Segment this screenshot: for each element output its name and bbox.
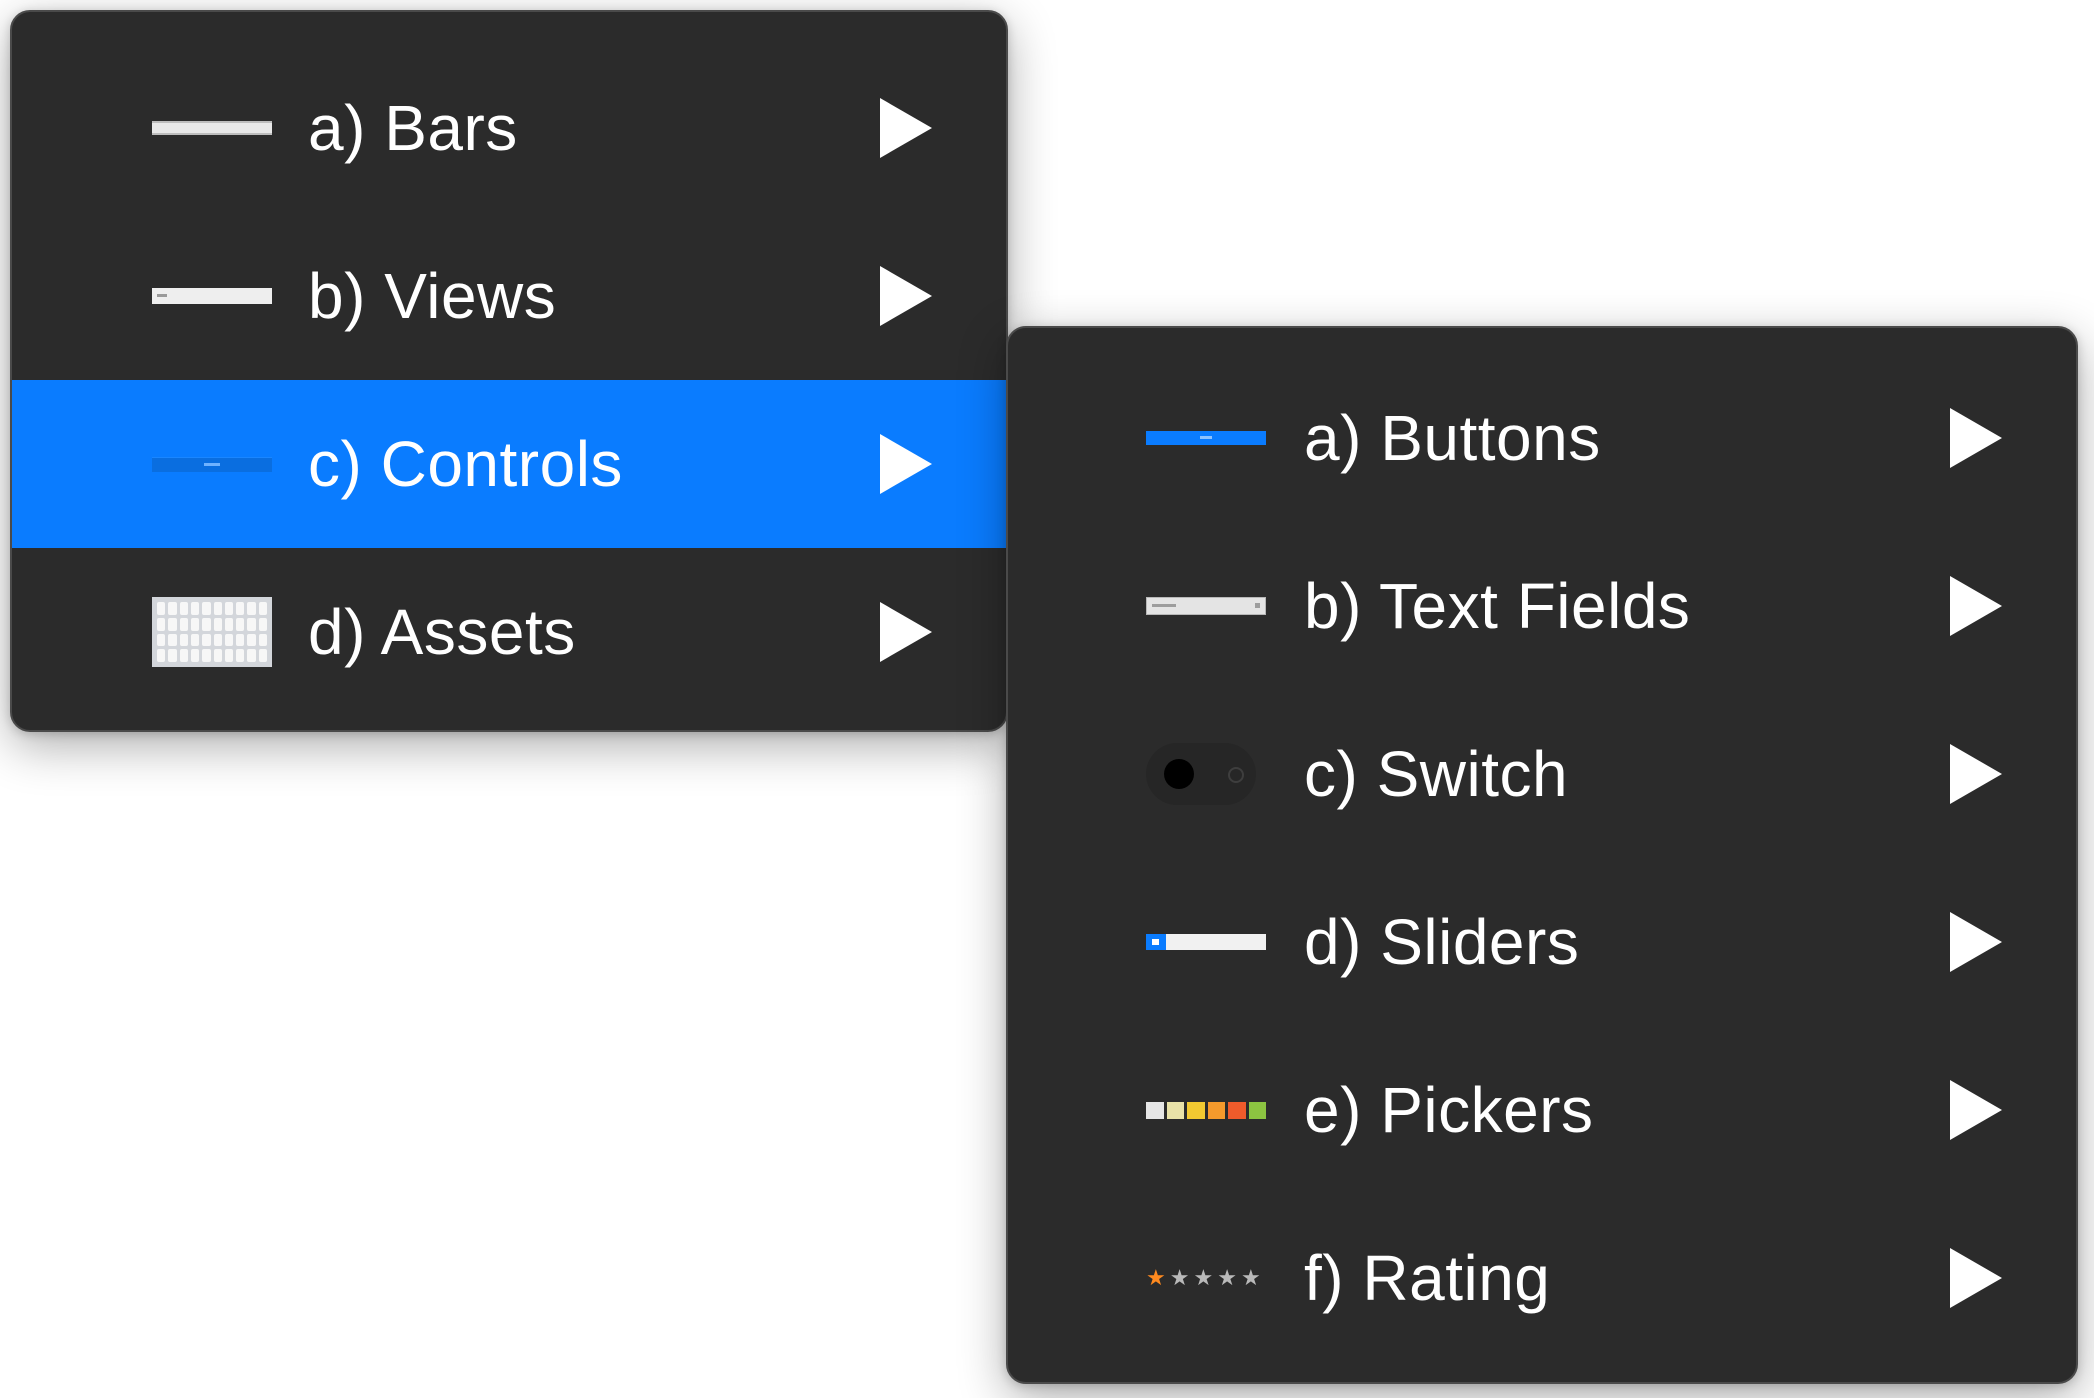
menu-item-bars[interactable]: a) Bars: [12, 44, 1006, 212]
controls-submenu: a) Buttons b) Text Fields c) Switch d) S…: [1006, 326, 2078, 1384]
menu-item-label: b) Views: [308, 260, 557, 332]
menu-item-label: d) Assets: [308, 596, 576, 668]
menu-item-label: c) Controls: [308, 428, 623, 500]
menu-item-assets[interactable]: d) Assets: [12, 548, 1006, 716]
submenu-arrow-icon: [1950, 912, 2002, 972]
star-rating-thumbnail-icon: ★ ★ ★ ★ ★: [1146, 1194, 1266, 1362]
color-swatch: [1146, 1101, 1164, 1119]
submenu-item-label: d) Sliders: [1304, 906, 1580, 978]
text-field-thumbnail-icon: [1146, 522, 1266, 690]
star-icon: ★: [1146, 1265, 1166, 1290]
submenu-arrow-icon: [1950, 1080, 2002, 1140]
color-swatch: [1248, 1101, 1266, 1119]
submenu-item-label: e) Pickers: [1304, 1074, 1594, 1146]
submenu-item-rating[interactable]: ★ ★ ★ ★ ★ f) Rating: [1008, 1194, 2076, 1362]
submenu-item-label: a) Buttons: [1304, 402, 1601, 474]
submenu-arrow-icon: [880, 602, 932, 662]
color-swatch: [1187, 1101, 1205, 1119]
bars-thumbnail-icon: [152, 44, 272, 212]
views-thumbnail-icon: [152, 212, 272, 380]
submenu-item-label: c) Switch: [1304, 738, 1569, 810]
submenu-item-buttons[interactable]: a) Buttons: [1008, 354, 2076, 522]
submenu-arrow-icon: [880, 434, 932, 494]
menu-item-label: a) Bars: [308, 92, 518, 164]
submenu-item-switch[interactable]: c) Switch: [1008, 690, 2076, 858]
star-icon: ★: [1240, 1265, 1261, 1290]
main-menu: a) Bars b) Views c) Controls d) Assets: [10, 10, 1008, 732]
submenu-item-label: f) Rating: [1304, 1242, 1551, 1314]
button-thumbnail-icon: [1146, 354, 1266, 522]
keyboard-thumbnail-icon: [152, 548, 272, 716]
submenu-arrow-icon: [1950, 408, 2002, 468]
menu-item-controls[interactable]: c) Controls: [12, 380, 1006, 548]
color-swatch: [1207, 1101, 1225, 1119]
submenu-arrow-icon: [1950, 1248, 2002, 1308]
submenu-arrow-icon: [880, 266, 932, 326]
star-icon: ★: [1193, 1265, 1214, 1290]
color-swatches-thumbnail-icon: [1146, 1026, 1266, 1194]
submenu-arrow-icon: [880, 98, 932, 158]
submenu-item-pickers[interactable]: e) Pickers: [1008, 1026, 2076, 1194]
star-icon: ★: [1217, 1265, 1237, 1290]
submenu-item-text-fields[interactable]: b) Text Fields: [1008, 522, 2076, 690]
submenu-arrow-icon: [1950, 576, 2002, 636]
switch-thumbnail-icon: [1146, 690, 1266, 858]
menu-item-views[interactable]: b) Views: [12, 212, 1006, 380]
submenu-item-sliders[interactable]: d) Sliders: [1008, 858, 2076, 1026]
slider-thumbnail-icon: [1146, 858, 1266, 1026]
color-swatch: [1166, 1101, 1184, 1119]
star-icon: ★: [1169, 1265, 1190, 1290]
controls-thumbnail-icon: [152, 380, 272, 548]
submenu-item-label: b) Text Fields: [1304, 570, 1691, 642]
submenu-arrow-icon: [1950, 744, 2002, 804]
color-swatch: [1228, 1101, 1246, 1119]
